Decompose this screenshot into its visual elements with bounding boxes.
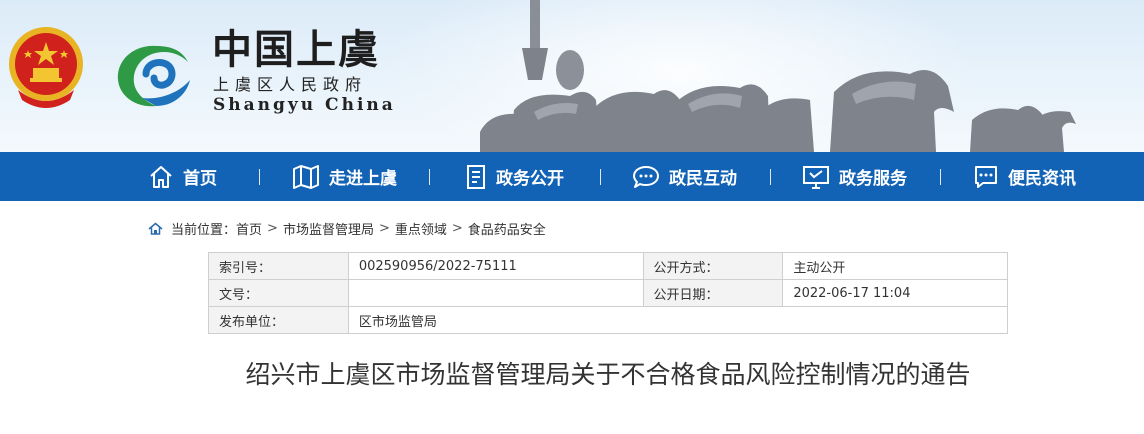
breadcrumb-link-bureau[interactable]: 市场监督管理局 (283, 219, 374, 238)
main-nav: 首页 走进上虞 政务公开 政民互动 政务服务 便民资讯 (0, 152, 1144, 201)
nav-item-label: 政务服务 (839, 169, 907, 189)
monitor-icon (803, 165, 829, 189)
table-row: 发布单位： 区市场监管局 (208, 306, 1009, 334)
nav-item-about[interactable]: 走进上虞 (292, 152, 397, 201)
meta-label-date: 公开日期： (642, 279, 784, 307)
home-icon (150, 165, 172, 188)
breadcrumb-separator: > (451, 220, 463, 236)
meta-value-doc-number (347, 279, 644, 307)
nav-item-label: 政务公开 (496, 169, 564, 189)
table-row: 索引号： 002590956/2022-75111 公开方式： 主动公开 (208, 252, 1008, 280)
nav-item-label: 政民互动 (669, 169, 737, 189)
nav-item-label: 首页 (183, 169, 217, 189)
message-icon (975, 165, 997, 188)
breadcrumb-link-key-areas[interactable]: 重点领域 (395, 219, 447, 238)
nav-item-home[interactable]: 首页 (148, 152, 217, 201)
elephant-sculpture-image (480, 0, 1076, 152)
map-icon (293, 164, 319, 189)
table-row: 文号： 公开日期： 2022-06-17 11:04 (208, 279, 1008, 307)
document-meta-table: 索引号： 002590956/2022-75111 公开方式： 主动公开 文号：… (208, 252, 1009, 334)
nav-item-gov-affairs[interactable]: 政务公开 (465, 152, 564, 201)
meta-label-index: 索引号： (208, 252, 349, 280)
meta-label-method: 公开方式： (642, 252, 784, 280)
meta-value-publisher: 区市场监管局 (347, 306, 1009, 334)
breadcrumb-separator: > (267, 220, 278, 236)
nav-item-interaction[interactable]: 政民互动 (632, 152, 737, 201)
meta-label-publisher: 发布单位： (208, 306, 349, 334)
site-english-name: Shangyu China (213, 95, 396, 115)
meta-value-index: 002590956/2022-75111 (347, 252, 644, 280)
nav-item-label: 便民资讯 (1008, 169, 1076, 189)
meta-value-date: 2022-06-17 11:04 (782, 279, 1008, 307)
header-banner: 中国上虞 上虞区人民政府 Shangyu China (0, 0, 1144, 152)
nav-item-label: 走进上虞 (329, 169, 397, 189)
nav-divider (429, 169, 430, 185)
national-emblem (9, 27, 83, 108)
logo-icon (117, 45, 190, 107)
breadcrumb-separator: > (378, 220, 390, 236)
document-icon (467, 164, 485, 189)
meta-value-method: 主动公开 (782, 252, 1008, 280)
chat-icon (633, 165, 659, 188)
nav-divider (770, 169, 771, 185)
meta-label-doc-number: 文号： (208, 279, 349, 307)
site-subtitle: 上虞区人民政府 (213, 75, 368, 94)
breadcrumb: 当前位置： 首页 > 市场监督管理局 > 重点领域 > 食品药品安全 (148, 218, 546, 238)
breadcrumb-link-food-drug[interactable]: 食品药品安全 (468, 219, 546, 238)
breadcrumb-prefix: 当前位置： (171, 222, 237, 238)
nav-divider (600, 169, 601, 185)
nav-item-services[interactable]: 政务服务 (802, 152, 907, 201)
home-icon (148, 222, 163, 235)
nav-divider (259, 169, 260, 185)
nav-divider (940, 169, 941, 185)
breadcrumb-link-home[interactable]: 首页 (236, 219, 262, 238)
article-title: 绍兴市上虞区市场监督管理局关于不合格食品风险控制情况的通告 (245, 360, 971, 389)
nav-item-public-info[interactable]: 便民资讯 (973, 152, 1076, 201)
site-title: 中国上虞 (212, 26, 380, 73)
